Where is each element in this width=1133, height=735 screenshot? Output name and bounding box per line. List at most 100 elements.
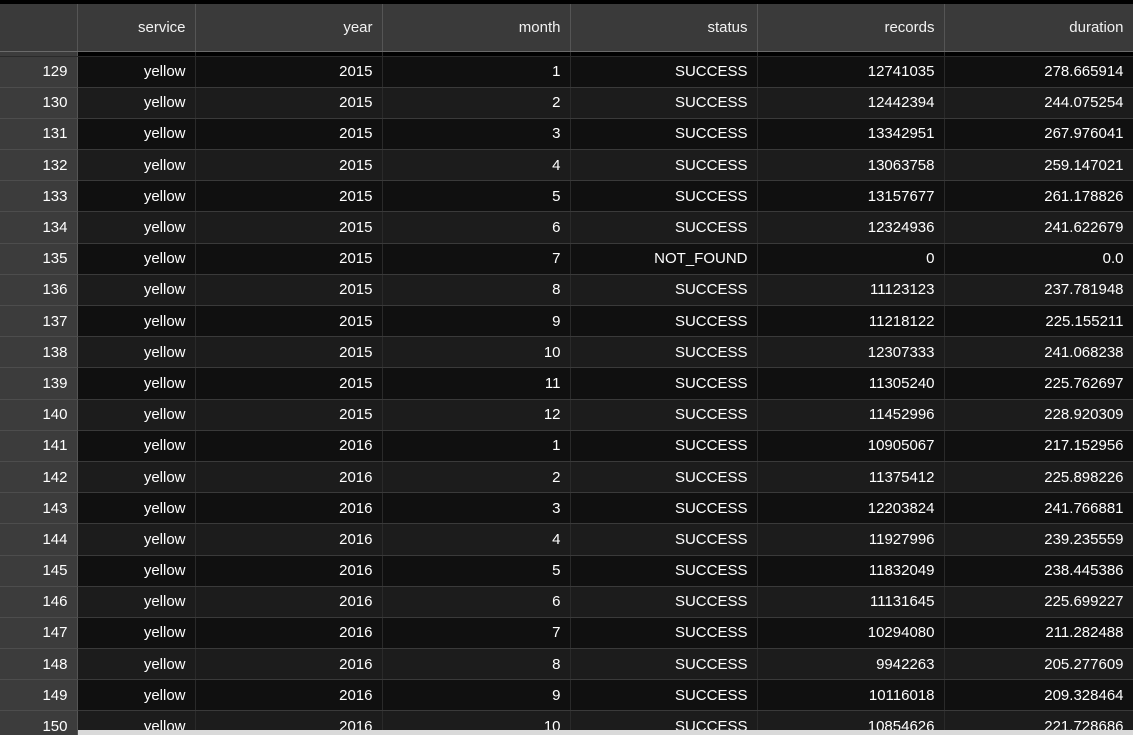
table-row[interactable]: 146 yellow 2016 6 SUCCESS 11131645 225.699227: [0, 586, 1133, 618]
records-cell[interactable]: 0: [757, 243, 945, 275]
service-cell[interactable]: yellow: [77, 648, 196, 681]
status-cell[interactable]: SUCCESS: [570, 648, 758, 681]
year-cell[interactable]: 2016: [195, 555, 383, 587]
status-cell[interactable]: SUCCESS: [570, 118, 758, 151]
duration-cell[interactable]: 217.152956: [944, 430, 1133, 462]
duration-cell[interactable]: 237.781948: [944, 274, 1133, 307]
status-cell[interactable]: SUCCESS: [570, 555, 758, 587]
service-cell[interactable]: yellow: [77, 87, 196, 119]
year-cell[interactable]: 2015: [195, 243, 383, 275]
month-cell[interactable]: 7: [382, 243, 571, 275]
status-cell[interactable]: NOT_FOUND: [570, 243, 758, 275]
year-cell[interactable]: 2015: [195, 180, 383, 213]
status-cell[interactable]: SUCCESS: [570, 274, 758, 307]
table-row[interactable]: 144 yellow 2016 4 SUCCESS 11927996 239.235559: [0, 523, 1133, 556]
records-cell[interactable]: 11123123: [757, 274, 945, 307]
service-cell[interactable]: yellow: [77, 180, 196, 213]
table-row[interactable]: 129 yellow 2015 1 SUCCESS 12741035 278.665914: [0, 56, 1133, 88]
month-cell[interactable]: 8: [382, 648, 571, 681]
service-cell[interactable]: yellow: [77, 336, 196, 369]
duration-cell[interactable]: 209.328464: [944, 679, 1133, 712]
table-row[interactable]: 131 yellow 2015 3 SUCCESS 13342951 267.976041: [0, 118, 1133, 151]
year-cell[interactable]: 2016: [195, 523, 383, 556]
service-cell[interactable]: yellow: [77, 56, 196, 88]
year-cell[interactable]: 2015: [195, 87, 383, 119]
month-cell[interactable]: 6: [382, 586, 571, 618]
column-header-year[interactable]: year: [195, 4, 383, 52]
service-cell[interactable]: yellow: [77, 617, 196, 650]
table-row[interactable]: 141 yellow 2016 1 SUCCESS 10905067 217.152956: [0, 430, 1133, 462]
service-cell[interactable]: yellow: [77, 555, 196, 587]
service-cell[interactable]: yellow: [77, 586, 196, 618]
records-cell[interactable]: 12203824: [757, 492, 945, 525]
records-cell[interactable]: 10905067: [757, 430, 945, 462]
status-cell[interactable]: SUCCESS: [570, 305, 758, 338]
status-cell[interactable]: SUCCESS: [570, 399, 758, 431]
duration-cell[interactable]: 225.898226: [944, 461, 1133, 494]
row-index-cell[interactable]: 129: [0, 56, 78, 88]
status-cell[interactable]: SUCCESS: [570, 180, 758, 213]
records-cell[interactable]: 13063758: [757, 149, 945, 182]
records-cell[interactable]: 10294080: [757, 617, 945, 650]
year-cell[interactable]: 2015: [195, 274, 383, 307]
table-row[interactable]: 142 yellow 2016 2 SUCCESS 11375412 225.898226: [0, 461, 1133, 494]
duration-cell[interactable]: 211.282488: [944, 617, 1133, 650]
status-cell[interactable]: SUCCESS: [570, 56, 758, 88]
month-cell[interactable]: 11: [382, 367, 571, 400]
month-cell[interactable]: 6: [382, 211, 571, 244]
table-row[interactable]: 149 yellow 2016 9 SUCCESS 10116018 209.328464: [0, 679, 1133, 712]
month-cell[interactable]: 3: [382, 492, 571, 525]
status-cell[interactable]: SUCCESS: [570, 367, 758, 400]
row-index-cell[interactable]: 140: [0, 399, 78, 431]
row-index-cell[interactable]: 141: [0, 430, 78, 462]
month-cell[interactable]: 1: [382, 56, 571, 88]
year-cell[interactable]: 2016: [195, 586, 383, 618]
column-header-duration[interactable]: duration: [944, 4, 1133, 52]
column-header-service[interactable]: service: [77, 4, 196, 52]
table-row[interactable]: 138 yellow 2015 10 SUCCESS 12307333 241.068238: [0, 336, 1133, 369]
duration-cell[interactable]: 261.178826: [944, 180, 1133, 213]
service-cell[interactable]: yellow: [77, 367, 196, 400]
year-cell[interactable]: 2015: [195, 367, 383, 400]
month-cell[interactable]: 9: [382, 305, 571, 338]
year-cell[interactable]: 2015: [195, 149, 383, 182]
year-cell[interactable]: 2015: [195, 336, 383, 369]
status-cell[interactable]: SUCCESS: [570, 87, 758, 119]
table-row[interactable]: 130 yellow 2015 2 SUCCESS 12442394 244.075254: [0, 87, 1133, 119]
month-cell[interactable]: 4: [382, 523, 571, 556]
service-cell[interactable]: yellow: [77, 492, 196, 525]
table-row[interactable]: 139 yellow 2015 11 SUCCESS 11305240 225.762697: [0, 367, 1133, 400]
table-row[interactable]: 137 yellow 2015 9 SUCCESS 11218122 225.155211: [0, 305, 1133, 338]
year-cell[interactable]: 2016: [195, 461, 383, 494]
status-cell[interactable]: SUCCESS: [570, 430, 758, 462]
table-row[interactable]: 133 yellow 2015 5 SUCCESS 13157677 261.178826: [0, 180, 1133, 213]
column-header-month[interactable]: month: [382, 4, 571, 52]
service-cell[interactable]: yellow: [77, 211, 196, 244]
row-index-cell[interactable]: 144: [0, 523, 78, 556]
month-cell[interactable]: 10: [382, 336, 571, 369]
status-cell[interactable]: SUCCESS: [570, 461, 758, 494]
row-index-cell[interactable]: 132: [0, 149, 78, 182]
year-cell[interactable]: 2015: [195, 56, 383, 88]
month-cell[interactable]: 2: [382, 87, 571, 119]
records-cell[interactable]: 11375412: [757, 461, 945, 494]
month-cell[interactable]: 7: [382, 617, 571, 650]
status-cell[interactable]: SUCCESS: [570, 211, 758, 244]
row-index-cell[interactable]: 147: [0, 617, 78, 650]
service-cell[interactable]: yellow: [77, 523, 196, 556]
table-row[interactable]: 147 yellow 2016 7 SUCCESS 10294080 211.282488: [0, 617, 1133, 650]
duration-cell[interactable]: 241.068238: [944, 336, 1133, 369]
month-cell[interactable]: 4: [382, 149, 571, 182]
table-row[interactable]: 143 yellow 2016 3 SUCCESS 12203824 241.766881: [0, 492, 1133, 525]
row-index-cell[interactable]: 138: [0, 336, 78, 369]
row-index-cell[interactable]: 136: [0, 274, 78, 307]
duration-cell[interactable]: 278.665914: [944, 56, 1133, 88]
records-cell[interactable]: 11218122: [757, 305, 945, 338]
column-header-status[interactable]: status: [570, 4, 758, 52]
table-row[interactable]: 136 yellow 2015 8 SUCCESS 11123123 237.781948: [0, 274, 1133, 307]
duration-cell[interactable]: 225.762697: [944, 367, 1133, 400]
row-index-cell[interactable]: 130: [0, 87, 78, 119]
records-cell[interactable]: 12741035: [757, 56, 945, 88]
status-cell[interactable]: SUCCESS: [570, 617, 758, 650]
status-cell[interactable]: SUCCESS: [570, 492, 758, 525]
